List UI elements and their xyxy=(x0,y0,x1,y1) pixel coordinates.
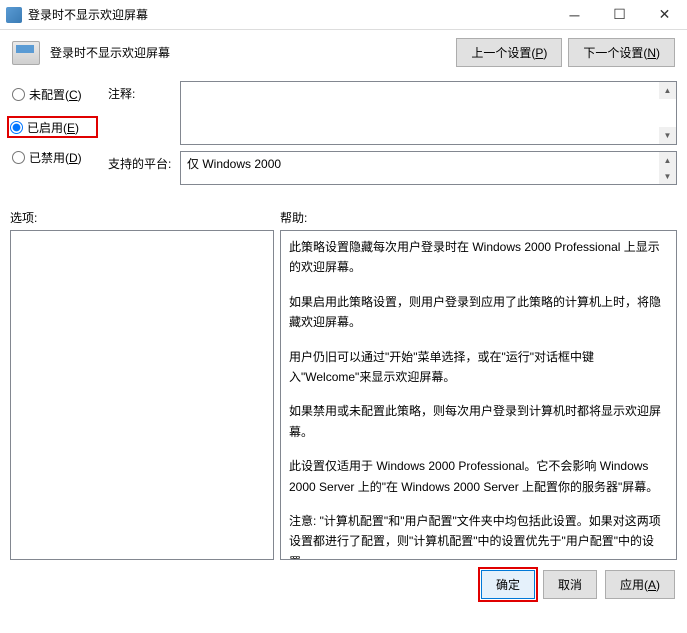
help-paragraph: 用户仍旧可以通过"开始"菜单选择，或在"运行"对话框中键入"Welcome"来显… xyxy=(289,347,668,388)
platform-value: 仅 Windows 2000 xyxy=(187,157,281,171)
previous-setting-button[interactable]: 上一个设置(P) xyxy=(456,38,562,67)
radio-disabled-label: 已禁用(D) xyxy=(29,149,82,166)
help-paragraph: 注意: "计算机配置"和"用户配置"文件夹中均包括此设置。如果对这两项设置都进行… xyxy=(289,511,668,560)
scroll-up-icon[interactable]: ▲ xyxy=(659,82,676,99)
scroll-down-icon[interactable]: ▼ xyxy=(659,127,676,144)
help-paragraph: 此策略设置隐藏每次用户登录时在 Windows 2000 Professiona… xyxy=(289,237,668,278)
next-setting-button[interactable]: 下一个设置(N) xyxy=(568,38,675,67)
help-paragraph: 此设置仅适用于 Windows 2000 Professional。它不会影响 … xyxy=(289,456,668,497)
help-panel[interactable]: 此策略设置隐藏每次用户登录时在 Windows 2000 Professiona… xyxy=(280,230,677,560)
radio-not-configured-label: 未配置(C) xyxy=(29,86,82,103)
apply-button[interactable]: 应用(A) xyxy=(605,570,675,599)
help-label: 帮助: xyxy=(280,209,307,226)
window-title: 登录时不显示欢迎屏幕 xyxy=(28,6,148,23)
radio-enabled-input[interactable] xyxy=(10,121,23,134)
policy-title: 登录时不显示欢迎屏幕 xyxy=(50,44,446,61)
comment-label: 注释: xyxy=(108,81,180,145)
scroll-up-icon[interactable]: ▲ xyxy=(659,152,676,168)
radio-disabled[interactable]: 已禁用(D) xyxy=(10,148,98,167)
comment-textarea[interactable]: ▲ ▼ xyxy=(180,81,677,145)
platform-box: 仅 Windows 2000 ▲ ▼ xyxy=(180,151,677,185)
help-paragraph: 如果启用此策略设置，则用户登录到应用了此策略的计算机上时，将隐藏欢迎屏幕。 xyxy=(289,292,668,333)
radio-enabled[interactable]: 已启用(E) xyxy=(7,116,98,138)
platform-label: 支持的平台: xyxy=(108,151,180,185)
radio-not-configured[interactable]: 未配置(C) xyxy=(10,85,98,104)
radio-disabled-input[interactable] xyxy=(12,151,25,164)
radio-enabled-label: 已启用(E) xyxy=(27,119,79,136)
radio-not-configured-input[interactable] xyxy=(12,88,25,101)
maximize-button[interactable]: ☐ xyxy=(597,0,642,29)
ok-button[interactable]: 确定 xyxy=(481,570,535,599)
cancel-button[interactable]: 取消 xyxy=(543,570,597,599)
help-paragraph: 如果禁用或未配置此策略，则每次用户登录到计算机时都将显示欢迎屏幕。 xyxy=(289,401,668,442)
titlebar: 登录时不显示欢迎屏幕 ─ ☐ ✕ xyxy=(0,0,687,30)
close-button[interactable]: ✕ xyxy=(642,0,687,29)
policy-icon xyxy=(12,41,40,65)
minimize-button[interactable]: ─ xyxy=(552,0,597,29)
scroll-down-icon[interactable]: ▼ xyxy=(659,168,676,184)
options-label: 选项: xyxy=(10,209,280,226)
options-panel xyxy=(10,230,274,560)
window-icon xyxy=(6,7,22,23)
